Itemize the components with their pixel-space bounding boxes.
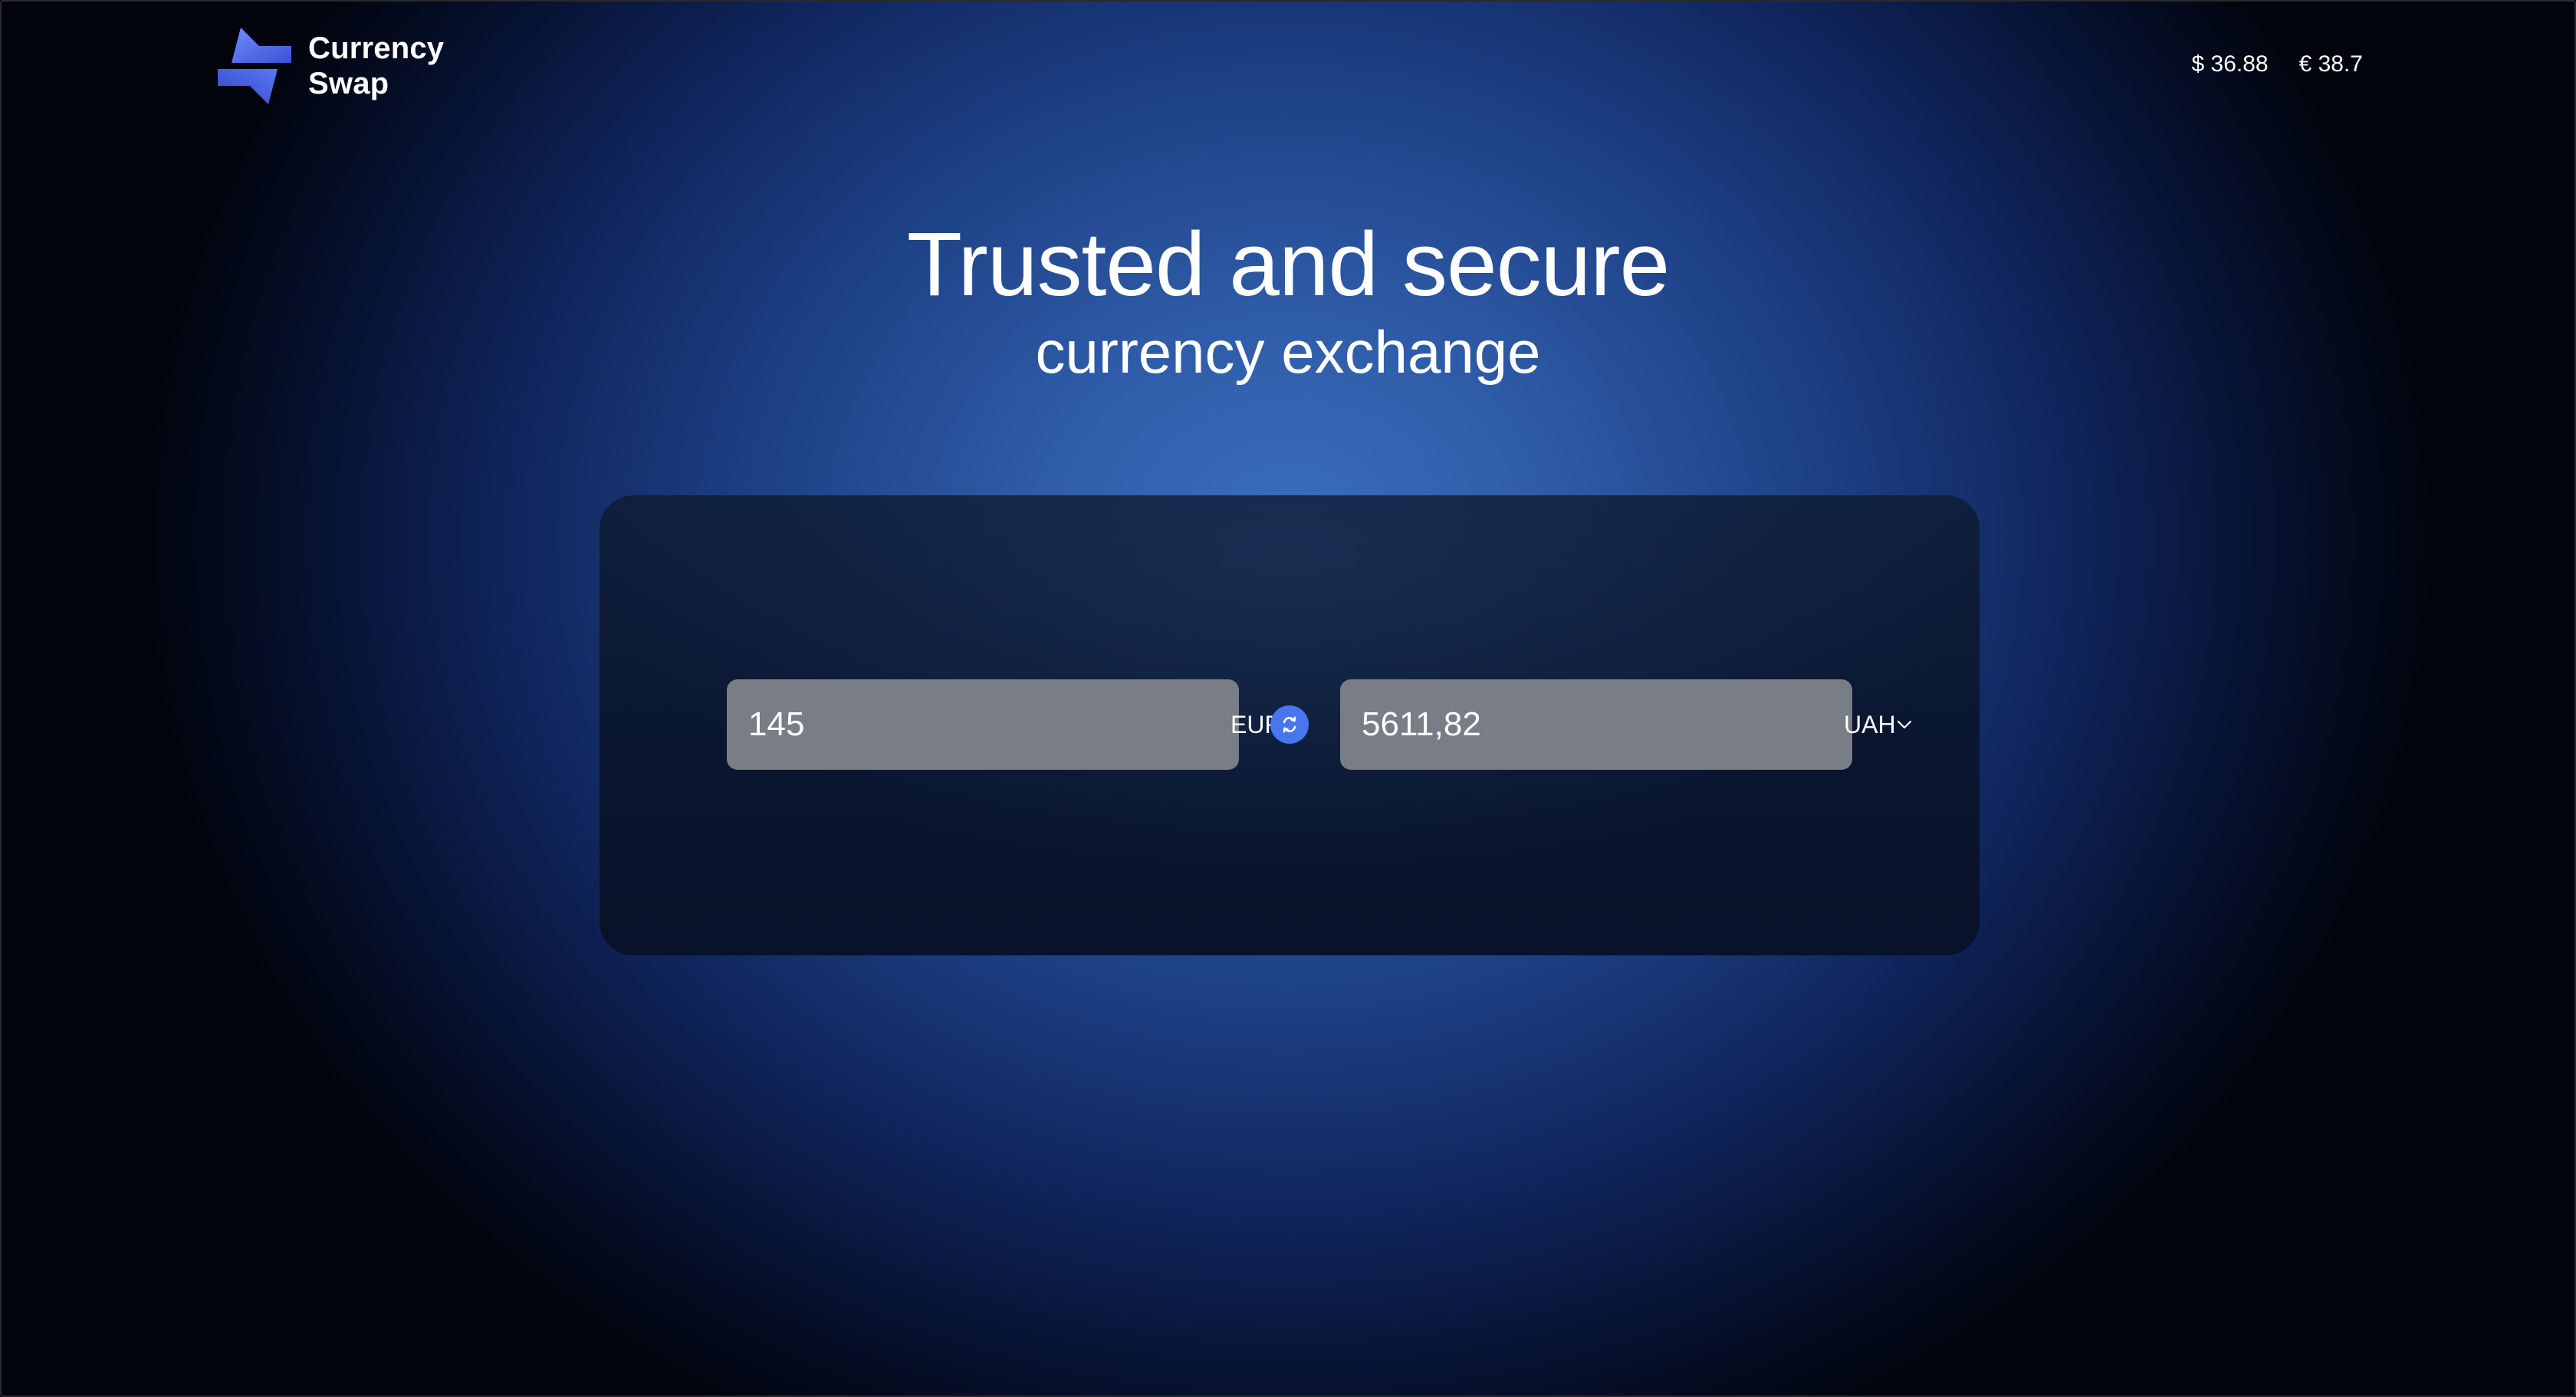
swap-arrows-icon: [1283, 716, 1296, 733]
to-amount-input[interactable]: [1340, 679, 1802, 770]
to-currency-code: UAH: [1844, 710, 1896, 738]
chevron-down-icon: [1897, 720, 1911, 729]
to-currency-select[interactable]: UAH: [1844, 679, 1913, 770]
swap-button[interactable]: [1270, 705, 1309, 744]
logo-text: Currency Swap: [308, 31, 444, 101]
hero-subtitle: currency exchange: [1035, 318, 1541, 386]
page: Currency Swap $ 36.88 € 38.7 Trusted and…: [0, 0, 2576, 1397]
hero-title: Trusted and secure: [906, 214, 1670, 315]
from-field: EUR: [727, 679, 1298, 770]
logo-icon: [218, 28, 291, 104]
converter-card: EUR UAH: [600, 495, 1980, 955]
from-amount-input[interactable]: [727, 679, 1189, 770]
exchange-rates: $ 36.88 € 38.7: [2191, 51, 2363, 78]
logo-line-2: Swap: [308, 67, 389, 100]
logo[interactable]: Currency Swap: [215, 26, 444, 106]
to-field: UAH: [1340, 679, 1911, 770]
logo-line-1: Currency: [308, 31, 445, 65]
usd-rate: $ 36.88: [2191, 51, 2269, 77]
eur-rate: € 38.7: [2298, 51, 2363, 77]
